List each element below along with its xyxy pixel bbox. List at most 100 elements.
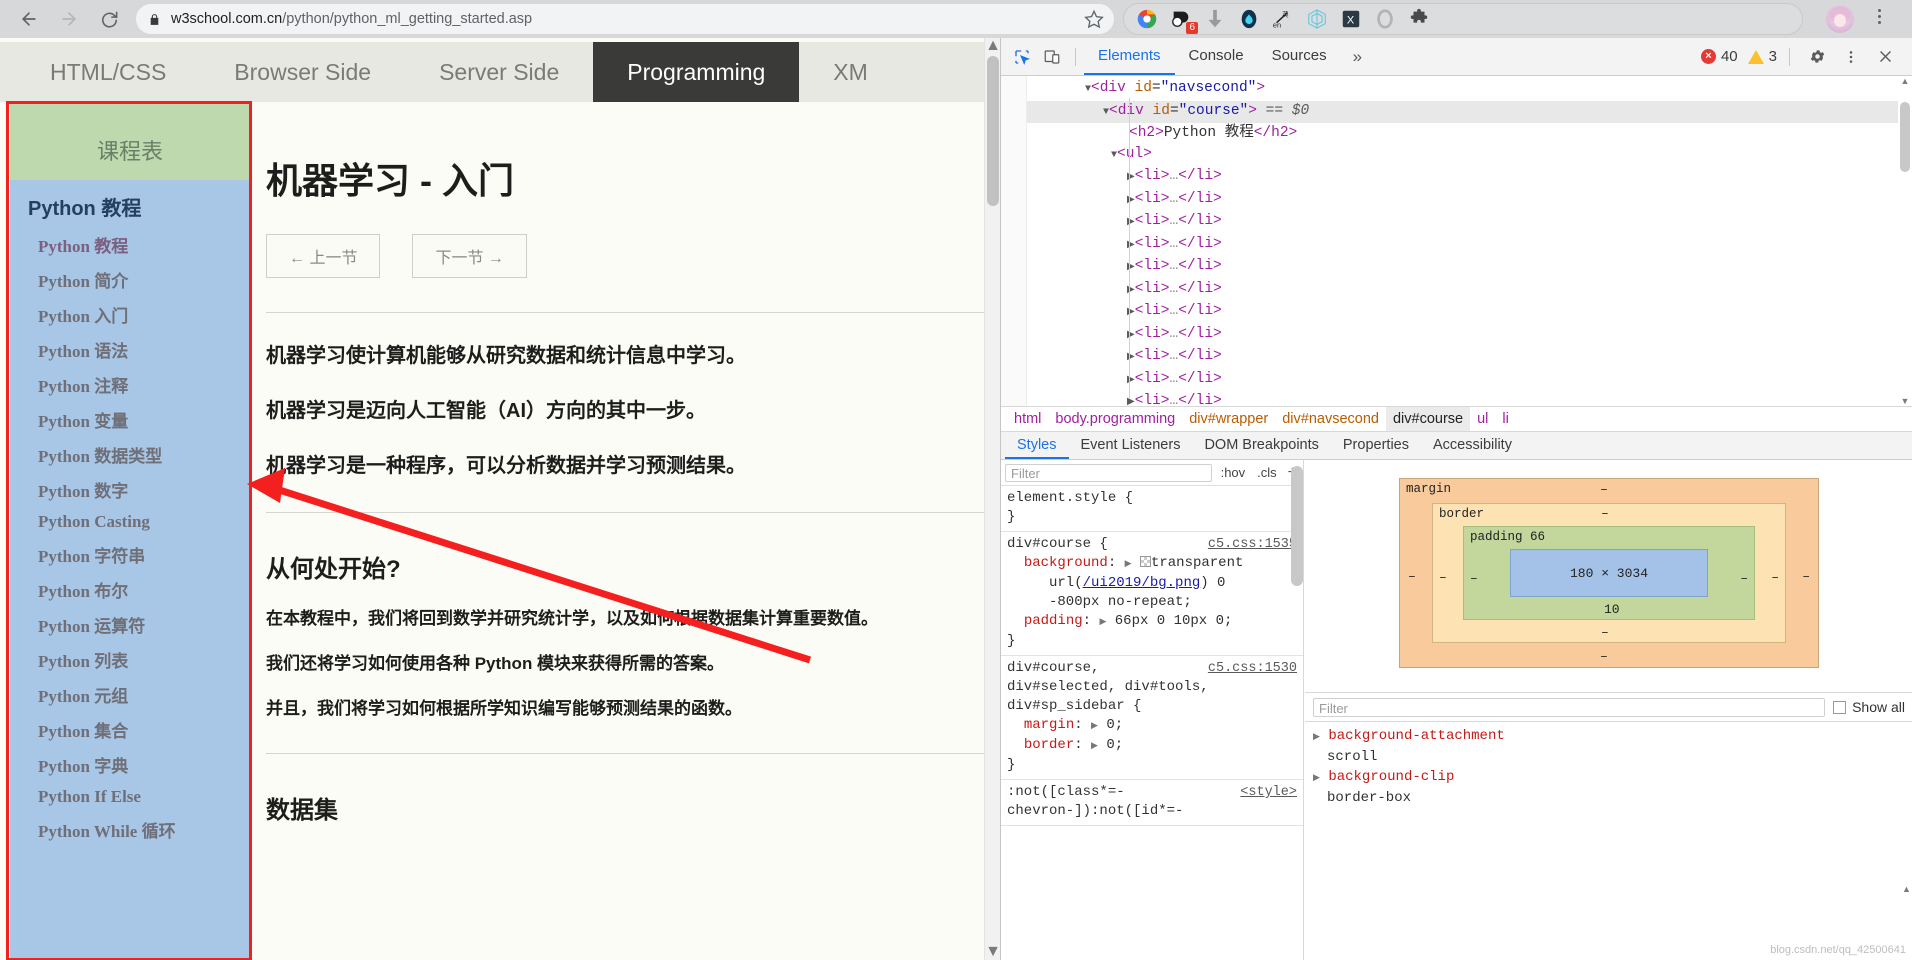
breadcrumb-item-body[interactable]: body.programming — [1048, 407, 1182, 431]
css-rule-group[interactable]: c5.css:1530 div#course, div#selected, div… — [1001, 656, 1303, 780]
css-decl-padding[interactable]: padding: ▶ 66px 0 10px 0; — [1007, 612, 1297, 632]
css-rule-not-chevron[interactable]: <style> :not([class*=- chevron-]):not([id… — [1001, 780, 1303, 826]
expand-triangle-icon-4[interactable]: ▶ — [1091, 741, 1098, 751]
breadcrumb-item-course[interactable]: div#course — [1385, 407, 1471, 431]
sidebar-item-12[interactable]: Python 列表 — [10, 642, 250, 677]
address-bar[interactable]: w3school.com.cn/python/python_ml_getting… — [136, 4, 1114, 34]
css-decl-margin[interactable]: margin: ▶ 0; — [1007, 716, 1297, 736]
box-model-padding-bottom[interactable]: 10 — [1604, 602, 1620, 617]
box-model-margin-top[interactable]: – — [1600, 482, 1608, 497]
hexagon-web-extension-icon[interactable] — [1304, 6, 1330, 32]
page-scrollbar-thumb[interactable] — [987, 56, 999, 206]
sidebar-item-1[interactable]: Python 简介 — [10, 262, 250, 297]
warning-count-badge[interactable]: 3 — [1747, 48, 1777, 65]
dom-line-11[interactable]: ▶<li>…</li> — [1001, 324, 1912, 347]
box-model-border-top[interactable]: – — [1601, 506, 1609, 521]
sidebar-item-17[interactable]: Python While 循环 — [10, 812, 250, 847]
box-model-margin-right[interactable]: – — [1802, 569, 1810, 584]
css-rule-div-course[interactable]: c5.css:1535 div#course { background: ▶ t… — [1001, 532, 1303, 656]
tab-accessibility[interactable]: Accessibility — [1421, 432, 1524, 459]
sidebar-item-3[interactable]: Python 语法 — [10, 332, 250, 367]
expand-triangle-icon-6[interactable]: ▶ — [1313, 773, 1320, 783]
dark-blob-extension-icon[interactable]: 6 — [1168, 6, 1198, 34]
error-count-badge[interactable]: × 40 — [1700, 48, 1738, 65]
nav-tab-programming[interactable]: Programming — [593, 42, 800, 102]
expand-triangle-icon[interactable]: ▶ — [1125, 559, 1132, 569]
dom-line-13[interactable]: ▶<li>…</li> — [1001, 369, 1912, 392]
dom-line-10[interactable]: ▶<li>…</li> — [1001, 301, 1912, 324]
devtools-tab-elements[interactable]: Elements — [1084, 38, 1175, 75]
dom-line-0[interactable]: ▼<div id="navsecond"> — [1001, 78, 1912, 101]
sidebar-item-13[interactable]: Python 元组 — [10, 677, 250, 712]
sidebar-item-0[interactable]: Python 教程 — [10, 227, 250, 262]
profile-avatar-icon[interactable] — [1826, 5, 1854, 33]
chrome-menu-kebab-icon[interactable] — [1878, 9, 1881, 24]
sidebar-item-15[interactable]: Python 字典 — [10, 747, 250, 782]
sidebar-item-10[interactable]: Python 布尔 — [10, 572, 250, 607]
sidebar-item-6[interactable]: Python 数据类型 — [10, 437, 250, 472]
download-arrow-icon[interactable] — [1202, 6, 1228, 32]
dom-line-9[interactable]: ▶<li>…</li> — [1001, 279, 1912, 302]
nav-tab-html-css[interactable]: HTML/CSS — [16, 42, 200, 102]
breadcrumb-item-ul[interactable]: ul — [1470, 407, 1495, 431]
box-model-border-bottom[interactable]: – — [1601, 625, 1609, 640]
inspect-element-icon[interactable] — [1007, 43, 1037, 71]
css-rule-element-style[interactable]: element.style { } — [1001, 486, 1303, 532]
sidebar-item-2[interactable]: Python 入门 — [10, 297, 250, 332]
dom-line-14[interactable]: ▶<li>…</li> — [1001, 391, 1912, 406]
sidebar-item-11[interactable]: Python 运算符 — [10, 607, 250, 642]
back-icon[interactable] — [12, 2, 46, 36]
nav-tab-xml[interactable]: XM — [799, 42, 902, 102]
dom-tree[interactable]: ▼<div id="navsecond"> ⋯▼<div id="course"… — [1001, 76, 1912, 406]
box-model-padding-right[interactable]: – — [1740, 571, 1748, 586]
show-all-toggle[interactable]: Show all — [1833, 699, 1905, 715]
reload-icon[interactable] — [92, 2, 126, 36]
computed-row-1[interactable]: ▶ background-clip border-box — [1313, 767, 1905, 808]
scroll-up-icon[interactable]: ▲ — [985, 37, 1001, 54]
box-model-content-area[interactable]: 180 × 3034 — [1510, 549, 1708, 597]
dom-line-5[interactable]: ▶<li>…</li> — [1001, 189, 1912, 212]
grey-ring-extension-icon[interactable] — [1372, 6, 1398, 32]
dom-scrollbar-thumb[interactable] — [1900, 102, 1910, 172]
computed-filter-input[interactable]: Filter — [1313, 697, 1826, 717]
dom-scroll-down-icon[interactable]: ▼ — [1898, 396, 1912, 406]
water-drop-extension-icon[interactable] — [1236, 6, 1262, 32]
puzzle-piece-extensions-icon[interactable] — [1406, 6, 1432, 32]
x-square-extension-icon[interactable]: X — [1338, 6, 1364, 32]
chevron-double-right-icon[interactable]: » — [1341, 47, 1374, 67]
box-model-border-left[interactable]: – — [1439, 570, 1447, 585]
styles-filter-input[interactable]: Filter — [1005, 463, 1212, 482]
dom-line-8[interactable]: ▶<li>…</li> — [1001, 256, 1912, 279]
sidebar-item-5[interactable]: Python 变量 — [10, 402, 250, 437]
tab-event-listeners[interactable]: Event Listeners — [1069, 432, 1193, 459]
translate-en-extension-icon[interactable]: 英en — [1270, 6, 1296, 32]
page-scrollbar[interactable]: ▲ ▼ — [984, 37, 1001, 960]
expand-triangle-icon-3[interactable]: ▶ — [1091, 721, 1098, 731]
color-swatch-icon[interactable] — [1139, 556, 1151, 567]
breadcrumb-item-li[interactable]: li — [1495, 407, 1515, 431]
close-icon[interactable] — [1870, 43, 1900, 71]
dom-tree-scrollbar[interactable]: ▲ ▼ — [1898, 76, 1912, 406]
colorful-circle-extension-icon[interactable] — [1134, 6, 1160, 32]
sidebar-item-8[interactable]: Python Casting — [10, 507, 250, 537]
tab-styles[interactable]: Styles — [1005, 432, 1069, 459]
dom-line-3[interactable]: ▼<ul> — [1001, 144, 1912, 167]
breadcrumb-item-navsecond[interactable]: div#navsecond — [1275, 407, 1386, 431]
css-decl-background[interactable]: background: ▶ transparent url(/ui2019/bg… — [1007, 554, 1297, 612]
scroll-down-icon[interactable]: ▼ — [985, 943, 1001, 960]
devtools-tab-console[interactable]: Console — [1175, 38, 1258, 75]
sidebar-item-16[interactable]: Python If Else — [10, 782, 250, 812]
forward-icon[interactable] — [52, 2, 86, 36]
computed-row-0[interactable]: ▶ background-attachment scroll — [1313, 726, 1905, 767]
css-url-link[interactable]: /ui2019/bg.png — [1083, 575, 1201, 591]
dom-line-2[interactable]: <h2>Python 教程</h2> — [1001, 123, 1912, 144]
sidebar-item-4[interactable]: Python 注释 — [10, 367, 250, 402]
dom-line-1-selected[interactable]: ⋯▼<div id="course"> == $0 — [1001, 100, 1912, 123]
box-model-border-right[interactable]: – — [1771, 570, 1779, 585]
cls-toggle[interactable]: .cls — [1254, 465, 1280, 480]
device-toolbar-icon[interactable] — [1037, 43, 1067, 71]
box-model-margin-bottom[interactable]: – — [1600, 649, 1608, 664]
devtools-tab-sources[interactable]: Sources — [1258, 38, 1341, 75]
tab-properties[interactable]: Properties — [1331, 432, 1421, 459]
expand-triangle-icon-5[interactable]: ▶ — [1313, 732, 1320, 742]
